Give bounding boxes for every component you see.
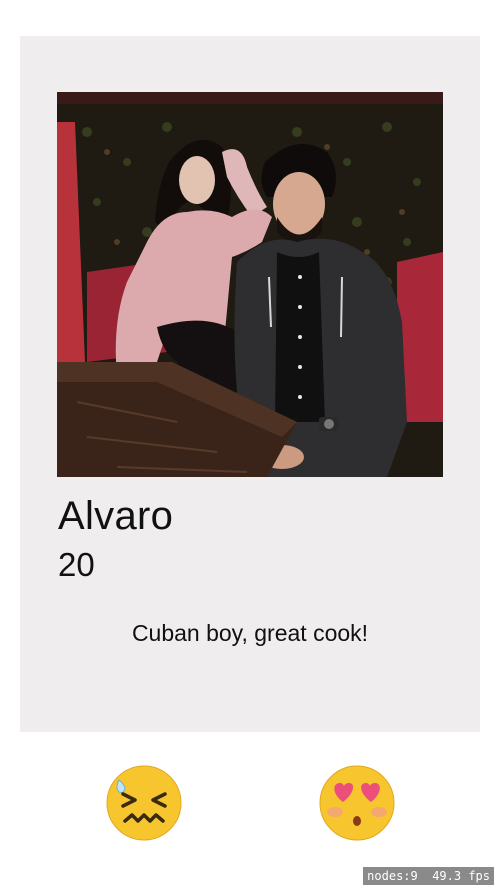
heart-eyes-face-icon: [319, 765, 395, 841]
app-screen: Alvaro 20 Cuban boy, great cook! nodes:9…: [0, 0, 500, 889]
fps-counter: 49.3 fps: [432, 869, 490, 883]
like-button[interactable]: [318, 764, 396, 842]
performance-overlay: nodes:9 49.3 fps: [363, 867, 494, 885]
confounded-face-icon: [106, 765, 182, 841]
profile-photo: [57, 92, 443, 477]
profile-name: Alvaro: [58, 494, 174, 538]
dislike-button[interactable]: [105, 764, 183, 842]
profile-bio: Cuban boy, great cook!: [131, 620, 369, 646]
node-count: nodes:9: [367, 869, 418, 883]
profile-age: 20: [58, 546, 95, 583]
profile-card[interactable]: Alvaro 20 Cuban boy, great cook!: [20, 36, 480, 732]
